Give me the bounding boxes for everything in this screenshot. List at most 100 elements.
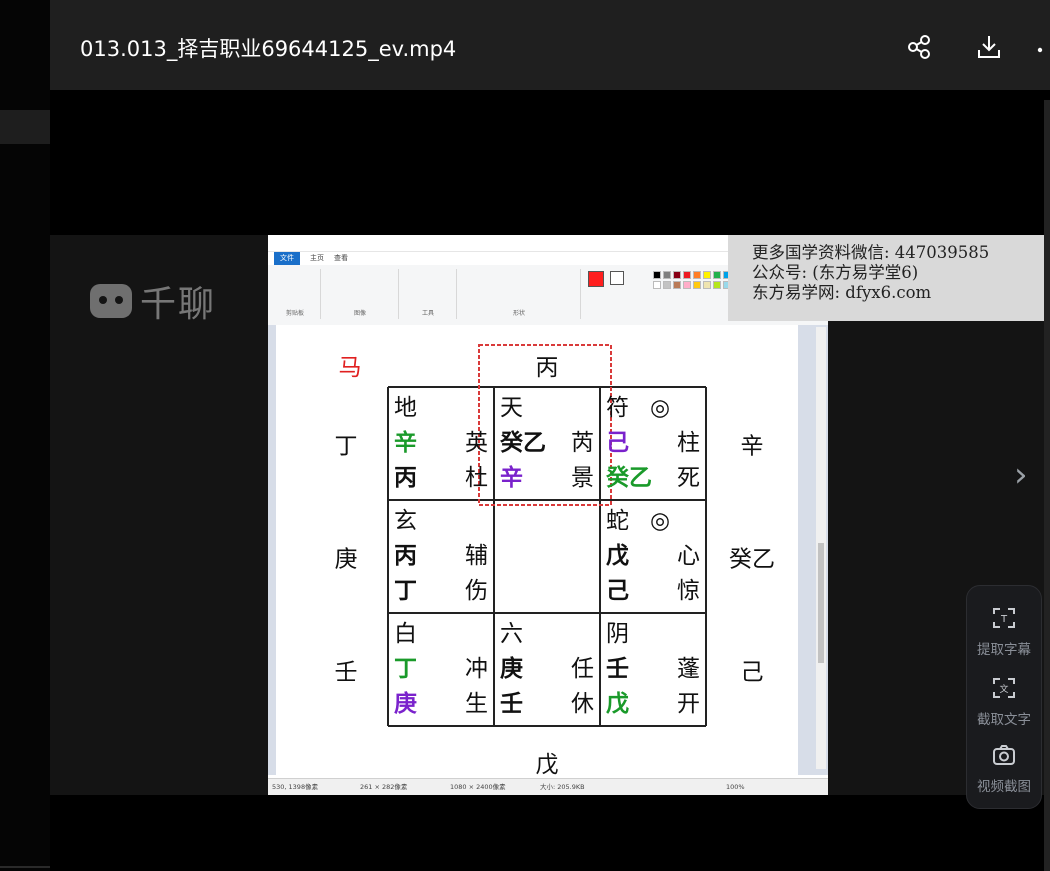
cell-star: 辅 [465, 543, 488, 569]
status-image-size: 1080 × 2400像素 [450, 783, 506, 791]
color1-swatch [588, 271, 604, 287]
more-button[interactable] [1030, 30, 1050, 64]
ribbon-group-shapes: 形状 [458, 269, 581, 319]
cell-earth-stem: 癸乙 [605, 464, 652, 491]
left-strip-block [0, 110, 50, 144]
cell-door: 景 [571, 465, 594, 491]
cell-god: 蛇 [606, 508, 629, 534]
paint-tab-home: 主页 [310, 254, 324, 262]
text-capture-icon: 文 [993, 678, 1015, 698]
share-button[interactable] [902, 30, 936, 64]
cell-door: 休 [571, 691, 594, 717]
scroll-thumb[interactable] [818, 543, 824, 663]
cell-sky-stem: 丙 [394, 543, 417, 569]
cell-god: 阴 [606, 621, 629, 647]
cell-circle-mark: ◎ [650, 395, 670, 421]
cell-star: 蓬 [677, 656, 700, 682]
logo-text: 千聊 [140, 284, 217, 325]
camera-icon [993, 745, 1015, 765]
cell-sky-stem: 癸乙 [499, 429, 546, 456]
cell-sky-stem: 庚 [500, 655, 523, 682]
capture-text-label: 截取文字 [977, 712, 1031, 728]
more-icon [1037, 47, 1043, 53]
cell-circle-mark: ◎ [650, 508, 670, 534]
ribbon-group-label: 形状 [512, 310, 525, 317]
paint-vscrollbar[interactable] [816, 327, 826, 769]
subtitle-extract-icon: T [993, 608, 1015, 628]
qianliao-face-icon [90, 284, 132, 318]
cell-star: 任 [571, 656, 594, 682]
video-frame[interactable]: 千聊 文件 主页 查看 剪贴板 图像 工具 形状 丙 戊 马 丁 庚 壬 辛 癸… [50, 235, 1044, 795]
cell-star: 心 [677, 543, 700, 569]
left-strip [0, 0, 50, 871]
svg-text:文: 文 [999, 683, 1008, 695]
cell-earth-stem: 丁 [394, 578, 417, 604]
ribbon-group-label: 图像 [353, 310, 366, 317]
paint-tab-view: 查看 [334, 254, 348, 262]
cell-sky-stem: 丁 [394, 656, 417, 682]
chart-top-label: 丙 [536, 355, 559, 381]
side-tool-panel: T 提取字幕 文 截取文字 视频截图 [966, 585, 1042, 809]
watermark-line2: 公众号: (东方易学堂6) [752, 263, 919, 282]
status-zoom: 100% [726, 783, 745, 791]
extract-subtitles-button[interactable]: T 提取字幕 [967, 604, 1041, 658]
cell-god: 玄 [394, 508, 417, 534]
qianliao-logo: 千聊 [90, 275, 216, 327]
cell-earth-stem: 戊 [606, 691, 629, 717]
paint-statusbar: 530, 1398像素 261 × 282像素 1080 × 2400像素 大小… [268, 778, 828, 795]
cell-god: 地 [394, 395, 417, 421]
cell-door: 死 [677, 465, 700, 491]
video-screenshot-button[interactable]: 视频截图 [967, 741, 1041, 795]
video-screenshot-label: 视频截图 [977, 779, 1031, 795]
chart-bottom-label: 戊 [536, 752, 559, 775]
title-bar: 013.013_择吉职业69644125_ev.mp4 [50, 0, 1050, 90]
cell-earth-stem: 丙 [394, 465, 417, 491]
cell-star: 冲 [465, 656, 488, 682]
horse-label: 马 [339, 355, 362, 381]
color2-swatch [610, 271, 624, 285]
chart-left-label: 壬 [335, 660, 358, 686]
ribbon-group-label: 剪贴板 [285, 310, 304, 317]
left-strip-line [0, 866, 50, 868]
cell-sky-stem: 壬 [606, 656, 629, 682]
download-button[interactable] [972, 30, 1006, 64]
cell-door: 生 [465, 691, 488, 717]
cell-god: 符 [606, 395, 629, 421]
svg-text:T: T [1000, 614, 1008, 625]
cell-god: 六 [500, 621, 523, 647]
next-chevron-icon[interactable]: › [1014, 455, 1028, 495]
extract-subtitles-label: 提取字幕 [977, 642, 1031, 658]
cell-door: 惊 [677, 578, 700, 604]
cell-door: 开 [677, 691, 700, 717]
cell-door: 伤 [465, 578, 488, 604]
ribbon-group-clipboard: 剪贴板 [270, 269, 321, 319]
cell-star: 芮 [571, 430, 594, 456]
cell-star: 英 [465, 430, 488, 456]
download-icon [978, 36, 1000, 58]
cell-star: 柱 [677, 430, 700, 456]
capture-text-button[interactable]: 文 截取文字 [967, 674, 1041, 728]
chart-left-label: 丁 [335, 434, 358, 460]
watermark-line3: 东方易学网: dfyx6.com [752, 283, 932, 302]
chart-right-label: 辛 [741, 434, 764, 460]
status-selection: 261 × 282像素 [360, 783, 408, 791]
share-icon [908, 35, 930, 59]
cell-door: 杜 [465, 465, 488, 491]
paint-tab-file: 文件 [274, 252, 300, 265]
status-file-size: 大小: 205.9KB [540, 783, 585, 791]
ribbon-group-tools: 工具 [400, 269, 457, 319]
chart-right-label: 己 [741, 660, 764, 686]
cell-sky-stem: 戊 [606, 543, 629, 569]
cell-god: 天 [500, 395, 523, 421]
ribbon-group-image: 图像 [322, 269, 399, 319]
chart-left-label: 庚 [335, 547, 358, 573]
cell-earth-stem: 辛 [500, 464, 523, 491]
cell-earth-stem: 庚 [394, 690, 417, 717]
cell-earth-stem: 己 [606, 578, 629, 604]
cell-sky-stem: 己 [606, 430, 629, 456]
cell-sky-stem: 辛 [394, 429, 417, 456]
cell-earth-stem: 壬 [500, 691, 523, 717]
watermark-line1: 更多国学资料微信: 447039585 [752, 243, 990, 262]
cell-god: 白 [394, 621, 417, 647]
right-edge [1044, 100, 1050, 871]
